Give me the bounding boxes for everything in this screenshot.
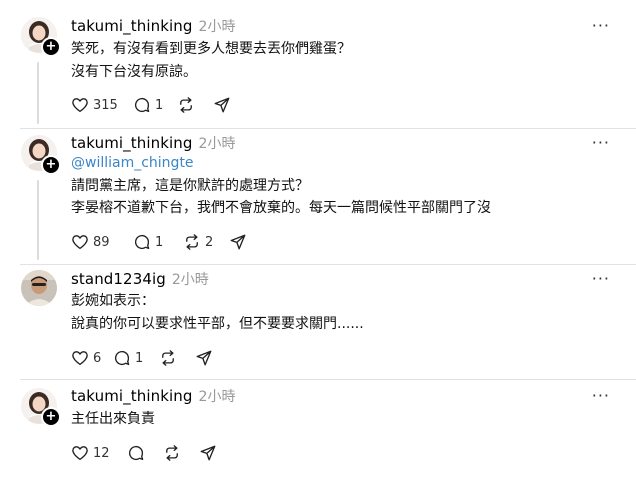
- repost-button[interactable]: [163, 444, 199, 462]
- like-button[interactable]: 315: [71, 96, 133, 114]
- divider: [20, 379, 636, 380]
- reply-count: 1: [135, 350, 144, 366]
- post-text-line: 請問黨主席，這是你默許的處理方式？: [71, 178, 309, 194]
- timestamp[interactable]: 2小時: [172, 269, 209, 289]
- follow-plus-icon[interactable]: +: [41, 407, 61, 427]
- share-button[interactable]: [213, 96, 231, 114]
- timestamp[interactable]: 2小時: [199, 16, 236, 36]
- divider: [20, 264, 636, 265]
- username[interactable]: takumi_thinking: [71, 134, 193, 152]
- reply-count: 1: [155, 97, 164, 113]
- share-button[interactable]: [229, 233, 247, 251]
- repost-icon: [166, 445, 178, 461]
- reply-button[interactable]: 1: [113, 349, 159, 367]
- avatar[interactable]: [21, 270, 57, 306]
- post-text-line: 彭婉如表示：: [71, 293, 155, 309]
- share-button[interactable]: [199, 444, 217, 462]
- heart-icon: [72, 446, 88, 461]
- send-icon: [230, 234, 246, 250]
- send-icon: [196, 350, 212, 366]
- username[interactable]: stand1234ig: [71, 270, 166, 288]
- like-count: 6: [93, 350, 102, 366]
- like-count: 315: [93, 97, 118, 113]
- post-text-line: 主任出來負責: [71, 411, 155, 427]
- repost-icon: [186, 234, 198, 250]
- more-icon[interactable]: ···: [592, 18, 610, 34]
- like-count: 12: [93, 445, 110, 461]
- comment-icon: [134, 97, 150, 113]
- reply-button[interactable]: 1: [133, 96, 177, 114]
- comment-icon: [134, 234, 150, 250]
- post-text-line: 笑死，有沒有看到更多人想要去丟你們雞蛋？: [71, 41, 351, 57]
- post-text-line: 李晏榕不道歉下台，我們不會放棄的。每天一篇問候性平部關門了沒: [71, 200, 491, 216]
- repost-icon: [162, 350, 174, 366]
- reply-count: 1: [155, 234, 164, 250]
- repost-button[interactable]: 2: [183, 233, 229, 251]
- like-button[interactable]: 6: [71, 349, 113, 367]
- username[interactable]: takumi_thinking: [71, 17, 193, 35]
- reply-button[interactable]: [127, 444, 163, 462]
- share-button[interactable]: [195, 349, 213, 367]
- divider: [20, 128, 636, 129]
- post-text-line: 說真的你可以要求性平部，但不要要求關門......: [71, 316, 364, 332]
- timestamp[interactable]: 2小時: [199, 386, 236, 406]
- like-button[interactable]: 12: [71, 444, 127, 462]
- repost-button[interactable]: [177, 96, 213, 114]
- post-text-line: 沒有下台沒有原諒。: [71, 64, 197, 80]
- more-icon[interactable]: ···: [592, 271, 610, 287]
- timestamp[interactable]: 2小時: [199, 133, 236, 153]
- mention-link[interactable]: @william_chingte: [71, 153, 194, 174]
- like-count: 89: [93, 234, 110, 250]
- more-icon[interactable]: ···: [592, 135, 610, 151]
- send-icon: [214, 97, 230, 113]
- like-button[interactable]: 89: [71, 233, 133, 251]
- reply-button[interactable]: 1: [133, 233, 183, 251]
- more-icon[interactable]: ···: [592, 388, 610, 404]
- send-icon: [200, 445, 216, 461]
- thread-line: [37, 180, 39, 260]
- comment-icon: [128, 445, 144, 461]
- heart-icon: [72, 351, 88, 366]
- follow-plus-icon[interactable]: +: [41, 37, 61, 57]
- comment-icon: [114, 350, 130, 366]
- repost-button[interactable]: [159, 349, 195, 367]
- thread-line: [37, 62, 39, 124]
- repost-count: 2: [205, 234, 214, 250]
- follow-plus-icon[interactable]: +: [41, 155, 61, 175]
- heart-icon: [72, 235, 88, 250]
- username[interactable]: takumi_thinking: [71, 387, 193, 405]
- heart-icon: [72, 98, 88, 113]
- repost-icon: [180, 97, 192, 113]
